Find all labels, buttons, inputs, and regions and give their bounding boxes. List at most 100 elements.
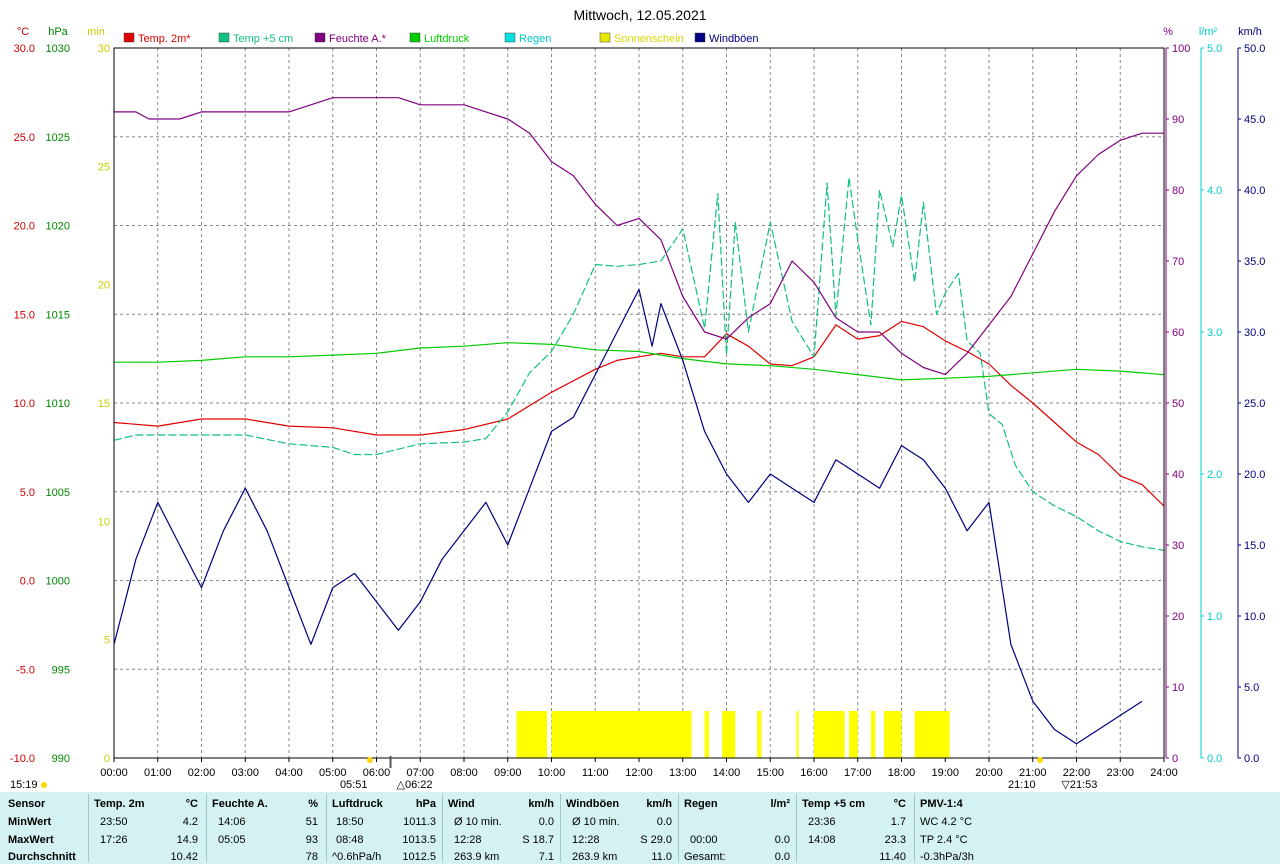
sunshine-bar (814, 711, 845, 758)
y-axis-unit-sun: min (87, 26, 105, 38)
current-time: 15:19 (10, 779, 38, 791)
y-tick-label-wind: 25.0 (1244, 398, 1265, 410)
y-tick-label-temp: 20.0 (14, 221, 35, 233)
temp5cm-max-value: 23.3 (884, 834, 906, 846)
stats-unit-luftdruck: hPa (415, 798, 436, 810)
feuchte-min-value: 51 (305, 816, 318, 828)
stats-unit-temp5cm: °C (893, 798, 906, 810)
x-tick-label: 01:00 (144, 767, 172, 779)
x-tick-label: 04:00 (275, 767, 303, 779)
stats-header-regen: Regen (684, 798, 718, 810)
legend-swatch (123, 32, 135, 43)
x-tick-label: 09:00 (494, 767, 522, 779)
sunshine-bar (757, 711, 762, 758)
x-tick-label: 08:00 (450, 767, 478, 779)
legend-label: Regen (519, 33, 551, 45)
y-tick-label-hum: 10 (1172, 682, 1184, 694)
y-tick-label-press: 1025 (46, 132, 70, 144)
y-tick-label-sun: 30 (98, 43, 110, 55)
y-tick-label-sun: 25 (98, 161, 110, 173)
y-tick-label-sun: 10 (98, 516, 110, 528)
y-axis-unit-press: hPa (48, 26, 68, 38)
luftdruck-min-time: 18:50 (336, 816, 364, 828)
temp2m-min-value: 4.2 (182, 816, 198, 828)
x-tick-label: 22:00 (1063, 767, 1091, 779)
luftdruck-min-value: 1011.3 (403, 816, 436, 828)
x-tick-label: 17:00 (844, 767, 872, 779)
stats-unit-wind: km/h (528, 798, 554, 810)
regen-max-time: 00:00 (690, 834, 718, 846)
wind-avg-value: 7.1 (538, 851, 554, 863)
weather-chart: Mittwoch, 12.05.2021 Temp. 2m* Temp +5 cm… (10, 7, 1266, 791)
x-tick-label: 21:00 (1019, 767, 1047, 779)
pmv-trend: -0.3hPa/3h (920, 851, 974, 863)
x-tick-label: 05:00 (319, 767, 347, 779)
temp5cm-max-time: 14:08 (808, 834, 836, 846)
stats-unit-temp2m: °C (185, 798, 198, 810)
x-tick-label: 07:00 (406, 767, 434, 779)
legend-label: Feuchte A.* (329, 33, 387, 45)
y-tick-label-sun: 5 (104, 635, 110, 647)
legend-swatch (409, 32, 421, 43)
legend-swatch (218, 32, 230, 43)
pmv-wc: WC 4.2 °C (920, 816, 973, 828)
x-tick-label: 13:00 (669, 767, 697, 779)
wind-max-time: 12:28 (454, 834, 482, 846)
x-tick-label: 02:00 (188, 767, 216, 779)
x-tick-label: 06:00 (363, 767, 391, 779)
x-tick-label: 12:00 (625, 767, 653, 779)
sunshine-bar (884, 711, 902, 758)
pmv-tp: TP 2.4 °C (920, 834, 968, 846)
stats-header-sensor: Sensor (8, 798, 46, 810)
sunshine-bar (722, 711, 736, 758)
temp2m-min-time: 23:50 (100, 816, 128, 828)
chart-title: Mittwoch, 12.05.2021 (573, 7, 706, 23)
temp5cm-min-time: 23:36 (808, 816, 836, 828)
y-axis-unit-rain: l/m² (1199, 26, 1218, 38)
legend-swatch (694, 32, 706, 43)
luftdruck-trend: ^0.6hPa/h (332, 851, 382, 863)
x-tick-label: 19:00 (931, 767, 959, 779)
luftdruck-max-time: 08:48 (336, 834, 364, 846)
stats-unit-windboeen: km/h (646, 798, 672, 810)
y-tick-label-hum: 80 (1172, 185, 1184, 197)
stats-unit-regen: l/m² (770, 798, 790, 810)
y-tick-label-temp: 10.0 (14, 398, 35, 410)
y-tick-label-hum: 40 (1172, 469, 1184, 481)
sunshine-bar (516, 711, 548, 758)
y-tick-label-sun: 15 (98, 398, 110, 410)
stats-header-temp5cm: Temp +5 cm (802, 798, 866, 810)
sunshine-bar (870, 711, 876, 758)
y-tick-label-wind: 5.0 (1244, 682, 1259, 694)
feuchte-avg-value: 78 (305, 851, 318, 863)
y-tick-label-rain: 0.0 (1207, 753, 1222, 765)
regen-total-value: 0.0 (774, 851, 790, 863)
y-tick-label-hum: 20 (1172, 611, 1184, 623)
stats-header-feuchte: Feuchte A. (212, 798, 268, 810)
stats-col-wind: Wind km/h Ø 10 min. 0.0 12:28 S 18.7 263… (448, 792, 556, 864)
legend-swatch (599, 32, 611, 43)
x-tick-label: 10:00 (538, 767, 566, 779)
y-tick-label-temp: 15.0 (14, 309, 35, 321)
current-sun-marker (41, 782, 47, 788)
stats-row-min: MinWert (8, 816, 52, 828)
y-tick-label-rain: 3.0 (1207, 327, 1222, 339)
feuchte-max-time: 05:05 (218, 834, 246, 846)
temp5cm-min-value: 1.7 (890, 816, 906, 828)
y-tick-label-temp: 0.0 (20, 576, 35, 588)
temp5cm-avg-value: 11.40 (879, 851, 906, 863)
sunshine-bar (704, 711, 709, 758)
stats-unit-feuchte: % (308, 798, 318, 810)
stats-header-pmv: PMV-1:4 (920, 798, 963, 810)
y-axis-unit-wind: km/h (1238, 26, 1262, 38)
stats-col-windboeen: Windböen km/h Ø 10 min. 0.0 12:28 S 29.0… (566, 792, 674, 864)
legend-label: Windböen (709, 33, 759, 45)
x-tick-label: 03:00 (231, 767, 259, 779)
sunshine-bar (551, 711, 692, 758)
stats-col-luftdruck: Luftdruck hPa 18:50 1011.3 08:48 1013.5 … (332, 792, 438, 864)
y-tick-label-sun: 0 (104, 753, 110, 765)
y-tick-label-press: 1010 (46, 398, 70, 410)
y-tick-label-press: 995 (52, 664, 70, 676)
y-tick-label-hum: 100 (1172, 43, 1190, 55)
stats-col-temp5cm: Temp +5 cm °C 23:36 1.7 14:08 23.3 11.40 (802, 792, 910, 864)
